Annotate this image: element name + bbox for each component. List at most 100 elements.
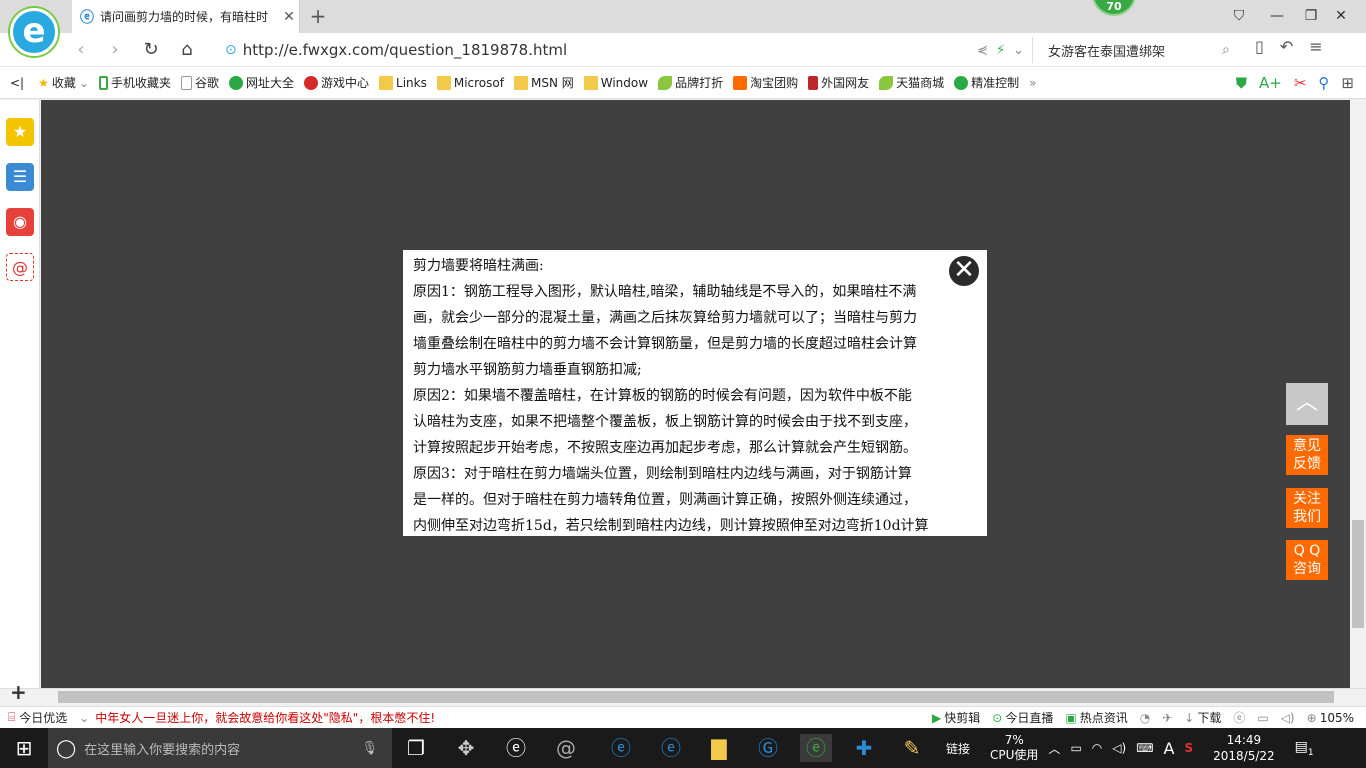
weibo-icon[interactable]: ◉: [6, 208, 34, 236]
skin-icon[interactable]: ⛉: [1224, 4, 1254, 28]
popup-line: 内侧伸至对边弯折15d，若只绘制到暗柱内边线，则计算按照伸至对边弯折10d计算: [413, 518, 929, 534]
chevron-up-icon[interactable]: ︿: [1048, 740, 1060, 757]
apps-grid-icon[interactable]: ⊞: [1341, 74, 1354, 92]
email-icon[interactable]: @: [6, 253, 34, 281]
favorites-item[interactable]: Window: [583, 75, 648, 90]
favorites-item[interactable]: Links: [379, 75, 427, 90]
ime-indicator[interactable]: A: [1164, 739, 1175, 758]
windows-start-icon[interactable]: ⊞: [8, 734, 40, 762]
qq-consult-button[interactable]: Q Q 咨询: [1286, 540, 1328, 580]
new-tab-button[interactable]: +: [305, 4, 331, 28]
favorites-item[interactable]: 谷歌: [180, 74, 219, 91]
search-icon[interactable]: ⌕: [1222, 42, 1230, 58]
edge-icon[interactable]: ⓔ: [605, 734, 637, 762]
close-window-button[interactable]: ✕: [1326, 4, 1356, 28]
horizontal-scroll-thumb[interactable]: [58, 691, 1334, 703]
browser-tab[interactable]: ⓔ 请问画剪力墙的时候，有暗柱时 ✕: [72, 0, 300, 33]
url-text[interactable]: http://e.fwxgx.com/question_1819878.html: [243, 41, 977, 59]
download-link[interactable]: ↓ 下载: [1184, 709, 1221, 726]
magnifier-icon[interactable]: ⚲: [1318, 74, 1329, 92]
share-icon[interactable]: ⋞: [977, 43, 988, 58]
minimize-button[interactable]: —: [1262, 4, 1292, 28]
refresh-icon[interactable]: ↻: [138, 38, 164, 62]
collapse-sidebar-icon[interactable]: <|: [10, 76, 24, 90]
microphone-icon[interactable]: 🎙: [361, 741, 378, 756]
favorites-item[interactable]: ★ 收藏 ⌄: [38, 74, 89, 91]
search-input[interactable]: [1048, 42, 1208, 58]
link-label[interactable]: 链接: [946, 740, 970, 757]
notification-center-icon[interactable]: ▤1: [1295, 739, 1314, 758]
reading-list-icon[interactable]: ☰: [6, 163, 34, 191]
battery-icon[interactable]: ▭: [1070, 741, 1081, 755]
app-g-icon[interactable]: Ⓖ: [752, 734, 784, 762]
keyboard-icon[interactable]: ⌨: [1136, 741, 1153, 755]
favorites-item[interactable]: 淘宝团购: [733, 74, 798, 91]
back-to-top-button[interactable]: ︿: [1286, 383, 1328, 425]
popup-line: 原因1：钢筋工程导入图形，默认暗柱,暗梁，辅助轴线是不导入的，如果暗柱不满: [413, 284, 917, 300]
taskbar-search[interactable]: ◯ 在这里输入你要搜索的内容 🎙: [48, 728, 392, 768]
undo-icon[interactable]: ↶: [1280, 37, 1293, 56]
mobile-icon[interactable]: ▯: [1255, 37, 1264, 56]
browser-app-icon[interactable]: @: [550, 734, 582, 762]
volume-icon[interactable]: ◁): [1281, 711, 1295, 725]
live-link[interactable]: ⊙ 今日直播: [992, 709, 1053, 726]
favorites-item[interactable]: 手机收藏夹: [98, 74, 171, 91]
notification-badge[interactable]: 70: [1092, 0, 1136, 16]
hot-news-link[interactable]: ▣ 热点资讯: [1065, 709, 1127, 726]
wifi-icon[interactable]: ◠: [1092, 741, 1102, 755]
notes-app-icon[interactable]: ✎: [896, 734, 928, 762]
popup-close-button[interactable]: ✕: [947, 254, 981, 288]
lightning-icon[interactable]: ⚡: [996, 43, 1005, 58]
site-info-icon[interactable]: ⊙: [225, 42, 237, 58]
browser-logo-icon[interactable]: e: [10, 8, 58, 56]
clock[interactable]: 14:49 2018/5/22: [1213, 732, 1275, 764]
favorites-item[interactable]: Microsof: [436, 75, 504, 90]
maximize-button[interactable]: ❐: [1296, 4, 1326, 28]
active-browser-icon[interactable]: ⓔ: [800, 734, 832, 762]
close-tab-icon[interactable]: ✕: [279, 9, 299, 25]
zoom-level[interactable]: ⊕ 105%: [1307, 711, 1354, 725]
window-icon[interactable]: ▭: [1257, 711, 1268, 725]
cpu-usage[interactable]: 7% CPU使用: [990, 733, 1038, 763]
more-favorites-icon[interactable]: »: [1029, 76, 1036, 90]
back-icon[interactable]: ‹: [68, 38, 94, 62]
scissors-icon[interactable]: ✂: [1294, 74, 1307, 92]
favorites-star-icon[interactable]: ★: [6, 118, 34, 146]
internet-explorer-icon[interactable]: ⓔ: [655, 734, 687, 762]
speed-icon[interactable]: ◔: [1140, 711, 1150, 725]
favorites-item[interactable]: 游戏中心: [304, 74, 369, 91]
folder-icon: [513, 75, 528, 90]
favorites-item[interactable]: 品牌打折: [658, 74, 723, 91]
address-bar[interactable]: ⊙ http://e.fwxgx.com/question_1819878.ht…: [215, 37, 1033, 63]
favorites-item[interactable]: 外国网友: [808, 74, 869, 91]
app-plus-icon[interactable]: ✚: [848, 734, 880, 762]
news-icon: ▣: [1065, 710, 1077, 725]
favorites-item[interactable]: 天猫商城: [879, 74, 944, 91]
today-picks-link[interactable]: ⌸ 今日优选: [8, 709, 67, 726]
translate-icon[interactable]: A+: [1259, 74, 1282, 92]
pin-icon[interactable]: ✈: [1162, 711, 1172, 725]
speaker-icon[interactable]: ◁): [1112, 741, 1126, 755]
ie-browser-icon[interactable]: ⓔ: [500, 734, 532, 762]
favorites-item[interactable]: 精准控制: [954, 74, 1019, 91]
taskbar-search-input[interactable]: 在这里输入你要搜索的内容: [84, 739, 240, 758]
pinwheel-app-icon[interactable]: ✥: [450, 734, 482, 762]
feedback-button[interactable]: 意见 反馈: [1286, 435, 1328, 475]
ie-mode-icon[interactable]: ⓔ: [1233, 709, 1245, 726]
news-ticker[interactable]: ⌄ 中年女人一旦迷上你，就会故意给你看这处"隐私"，根本憋不住!: [79, 709, 435, 726]
chevron-down-icon[interactable]: ⌄: [1013, 43, 1024, 58]
follow-us-button[interactable]: 关注 我们: [1286, 488, 1328, 528]
menu-icon[interactable]: ≡: [1309, 37, 1322, 56]
task-view-icon[interactable]: ❐: [400, 734, 432, 762]
sogou-ime-icon[interactable]: S: [1184, 741, 1193, 755]
favorites-item[interactable]: 网址大全: [228, 74, 294, 91]
vertical-scroll-thumb[interactable]: [1352, 520, 1364, 628]
home-icon[interactable]: ⌂: [174, 38, 200, 62]
forward-icon[interactable]: ›: [102, 38, 128, 62]
file-explorer-icon[interactable]: ▇: [703, 734, 735, 762]
quick-clip-link[interactable]: ▶ 快剪辑: [932, 709, 980, 726]
favorites-item[interactable]: MSN 网: [513, 74, 574, 91]
search-box[interactable]: ⌕: [1040, 37, 1240, 63]
add-sidebar-item-icon[interactable]: +: [10, 680, 27, 704]
security-shield-icon[interactable]: ⛊: [1236, 74, 1247, 92]
